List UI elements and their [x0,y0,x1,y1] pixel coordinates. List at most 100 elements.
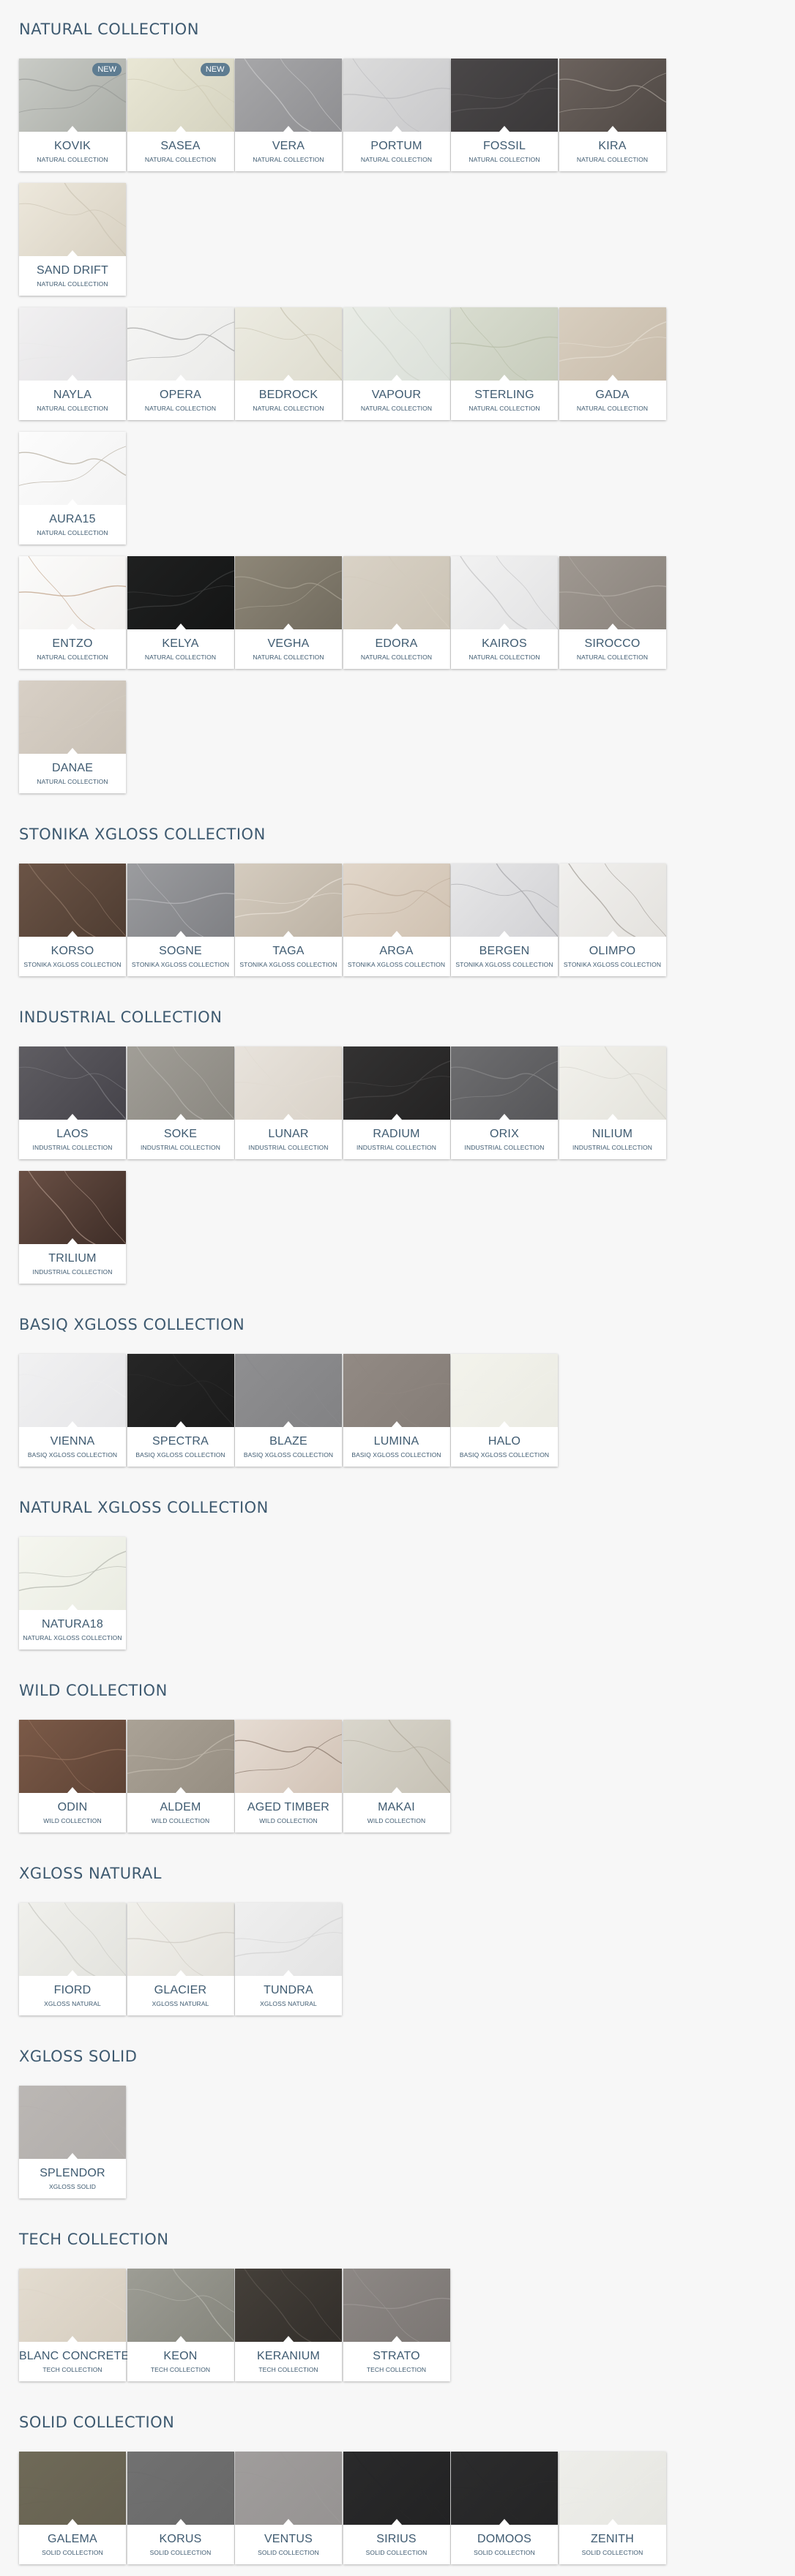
product-card-bergen[interactable]: BERGEN STONIKA XGLOSS COLLECTION [451,864,558,976]
swatch-texture [19,446,126,487]
product-card-galema[interactable]: GALEMA SOLID COLLECTION [19,2452,126,2564]
product-card-sasea[interactable]: NEW SASEA NATURAL COLLECTION [127,59,234,171]
swatch-texture [451,72,558,113]
product-card-edora[interactable]: EDORA NATURAL COLLECTION [343,556,450,669]
product-card-makai[interactable]: MAKAI WILD COLLECTION [343,1720,450,1832]
product-card-ventus[interactable]: VENTUS SOLID COLLECTION [235,2452,342,2564]
product-name: KOVIK [54,140,91,152]
product-card-lunar[interactable]: LUNAR INDUSTRIAL COLLECTION [235,1046,342,1159]
product-card-zenith[interactable]: ZENITH SOLID COLLECTION [559,2452,666,2564]
product-card-kira[interactable]: KIRA NATURAL COLLECTION [559,59,666,171]
product-swatch-image [235,1903,342,1976]
section-title: NATURAL COLLECTION [19,20,199,38]
swatch-texture [460,556,558,629]
product-card-sand-drift[interactable]: SAND DRIFT NATURAL COLLECTION [19,183,126,296]
product-collection-label: NATURAL COLLECTION [37,529,108,536]
product-card-laos[interactable]: LAOS INDUSTRIAL COLLECTION [19,1046,126,1159]
product-card-keon[interactable]: KEON TECH COLLECTION [127,2269,234,2381]
product-card-keranium[interactable]: KERANIUM TECH COLLECTION [235,2269,342,2381]
product-name: STERLING [474,389,534,401]
swatch-texture [19,183,126,256]
product-collection-label: TECH COLLECTION [366,2366,427,2373]
product-card-korus[interactable]: KORUS SOLID COLLECTION [127,2452,234,2564]
swatch-grid: LAOS INDUSTRIAL COLLECTION SOKE INDUSTRIAL … [19,1046,775,1295]
product-swatch-image [19,2086,126,2159]
product-card-odin[interactable]: ODIN WILD COLLECTION [19,1720,126,1832]
product-card-blaze[interactable]: BLAZE BASIQ XGLOSS COLLECTION [235,1354,342,1467]
product-collection-label: SOLID COLLECTION [258,2549,319,2556]
product-card-kelya[interactable]: KELYA NATURAL COLLECTION [127,556,234,669]
collection-section: NATURAL COLLECTION NEW KOVIK NATURAL COLLEC… [19,0,776,307]
product-card-fossil[interactable]: FOSSIL NATURAL COLLECTION [451,59,558,171]
collection-section: TECH COLLECTION BLANC CONCRETE TECH COLLEC… [19,2210,776,2393]
product-card-domoos[interactable]: DOMOOS SOLID COLLECTION [451,2452,558,2564]
product-card-danae[interactable]: DANAE NATURAL COLLECTION [19,681,126,793]
product-card-portum[interactable]: PORTUM NATURAL COLLECTION [343,59,450,171]
product-card-spectra[interactable]: SPECTRA BASIQ XGLOSS COLLECTION [127,1354,234,1467]
product-card-vera[interactable]: VERA NATURAL COLLECTION [235,59,342,171]
product-card-orix[interactable]: ORIX INDUSTRIAL COLLECTION [451,1046,558,1159]
swatch-texture [343,2269,450,2342]
product-card-aura15[interactable]: AURA15 NATURAL COLLECTION [19,432,126,544]
product-collection-label: STONIKA XGLOSS COLLECTION [131,961,230,968]
product-card-sterling[interactable]: STERLING NATURAL COLLECTION [451,307,558,420]
product-card-soke[interactable]: SOKE INDUSTRIAL COLLECTION [127,1046,234,1159]
product-card-sirius[interactable]: SIRIUS SOLID COLLECTION [343,2452,450,2564]
product-card-aged-timber[interactable]: AGED TIMBER WILD COLLECTION [235,1720,342,1832]
product-card-korso[interactable]: KORSO STONIKA XGLOSS COLLECTION [19,864,126,976]
swatch-texture [19,321,126,362]
collection-section: NAYLA NATURAL COLLECTION OPERA NATURAL COLL… [19,307,776,556]
product-card-natura18[interactable]: NATURA18 NATURAL XGLOSS COLLECTION [19,1537,126,1650]
product-card-lumina[interactable]: LUMINA BASIQ XGLOSS COLLECTION [343,1354,450,1467]
swatch-texture [235,307,342,381]
swatch-texture [127,1903,234,1976]
product-card-aldem[interactable]: ALDEM WILD COLLECTION [127,1720,234,1832]
product-card-blanc-concrete[interactable]: BLANC CONCRETE TECH COLLECTION [19,2269,129,2381]
product-card-opera[interactable]: OPERA NATURAL COLLECTION [127,307,234,420]
product-collection-label: TECH COLLECTION [150,2366,211,2373]
product-card-olimpo[interactable]: OLIMPO STONIKA XGLOSS COLLECTION [559,864,666,976]
product-card-glacier[interactable]: GLACIER XGLOSS NATURAL [127,1903,234,2015]
product-name: KAIROS [482,637,527,650]
product-swatch-image [19,2269,126,2342]
product-card-splendor[interactable]: SPLENDOR XGLOSS SOLID [19,2086,126,2198]
product-card-fiord[interactable]: FIORD XGLOSS NATURAL [19,1903,126,2015]
product-card-arga[interactable]: ARGA STONIKA XGLOSS COLLECTION [343,864,450,976]
swatch-grid: ENTZO NATURAL COLLECTION KELYA NATURAL COLL… [19,556,775,805]
swatch-texture [127,570,234,611]
product-name: NAYLA [53,389,92,401]
product-swatch-image [235,864,342,937]
collection-section: INDUSTRIAL COLLECTION LAOS INDUSTRIAL COLL… [19,988,776,1295]
product-card-nayla[interactable]: NAYLA NATURAL COLLECTION [19,307,126,420]
new-badge: NEW [92,63,122,76]
product-card-nilium[interactable]: NILIUM INDUSTRIAL COLLECTION [559,1046,666,1159]
product-card-sogne[interactable]: SOGNE STONIKA XGLOSS COLLECTION [127,864,234,976]
product-swatch-image [19,2452,126,2525]
product-card-taga[interactable]: TAGA STONIKA XGLOSS COLLECTION [235,864,342,976]
product-card-vienna[interactable]: VIENNA BASIQ XGLOSS COLLECTION [19,1354,126,1467]
product-card-tundra[interactable]: TUNDRA XGLOSS NATURAL [235,1903,342,2015]
product-card-entzo[interactable]: ENTZO NATURAL COLLECTION [19,556,126,669]
product-swatch-image [127,556,234,629]
collection-section: ENTZO NATURAL COLLECTION KELYA NATURAL COLL… [19,556,776,805]
product-card-bedrock[interactable]: BEDROCK NATURAL COLLECTION [235,307,342,420]
product-collection-label: BASIQ XGLOSS COLLECTION [351,1451,441,1459]
swatch-texture [451,307,558,381]
product-card-kairos[interactable]: KAIROS NATURAL COLLECTION [451,556,558,669]
swatch-texture [244,1354,342,1427]
product-card-sirocco[interactable]: SIROCCO NATURAL COLLECTION [559,556,666,669]
product-card-trilium[interactable]: TRILIUM INDUSTRIAL COLLECTION [19,1171,126,1284]
product-card-vapour[interactable]: VAPOUR NATURAL COLLECTION [343,307,450,420]
swatch-texture [343,1720,450,1793]
product-swatch-image [19,1720,126,1793]
swatch-texture [28,1171,126,1244]
product-name: VENTUS [264,2533,313,2545]
product-card-kovik[interactable]: NEW KOVIK NATURAL COLLECTION [19,59,126,171]
product-card-halo[interactable]: HALO BASIQ XGLOSS COLLECTION [451,1354,558,1467]
swatch-texture [235,1046,342,1120]
product-card-strato[interactable]: STRATO TECH COLLECTION [343,2269,450,2381]
swatch-texture [451,1368,558,1409]
product-card-vegha[interactable]: VEGHA NATURAL COLLECTION [235,556,342,669]
product-card-radium[interactable]: RADIUM INDUSTRIAL COLLECTION [343,1046,450,1159]
product-card-gada[interactable]: GADA NATURAL COLLECTION [559,307,666,420]
